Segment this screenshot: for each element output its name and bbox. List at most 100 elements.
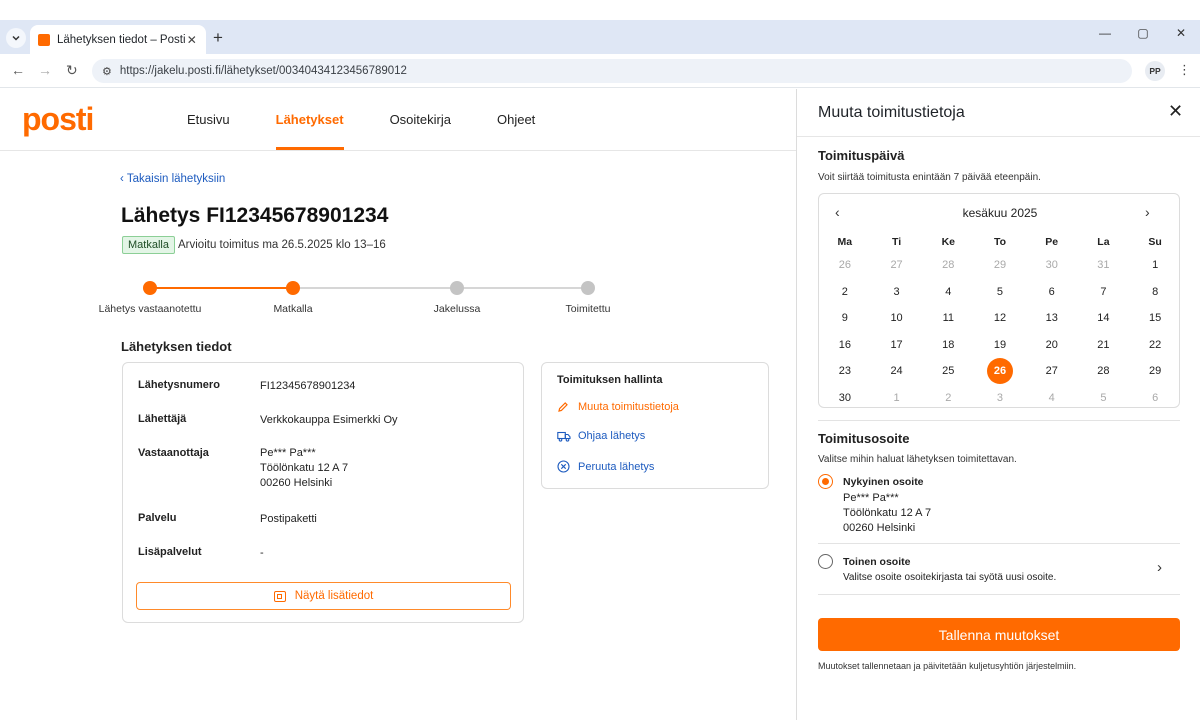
calendar-day-selected[interactable]: 26 xyxy=(974,358,1026,385)
calendar-day: 30 xyxy=(1026,252,1078,279)
cancel-shipment-link[interactable]: Peruuta lähetys xyxy=(557,460,654,473)
calendar-day[interactable]: 23 xyxy=(819,358,871,385)
calendar-day-number: 7 xyxy=(1100,285,1107,298)
chevron-down-icon xyxy=(12,35,20,41)
recipient-label: Vastaanottaja xyxy=(138,447,209,459)
posti-logo[interactable]: posti xyxy=(22,101,94,138)
site-settings-icon[interactable]: ⚙ xyxy=(102,65,112,78)
edit-delivery-link[interactable]: Muuta toimitustietoja xyxy=(557,401,679,413)
weekday-header: Su xyxy=(1148,236,1162,248)
calendar-day[interactable]: 13 xyxy=(1026,305,1078,332)
calendar-day[interactable]: 3 xyxy=(871,279,923,306)
calendar-day[interactable]: 1 xyxy=(1129,252,1181,279)
address-hint: Valitse mihin haluat lähetyksen toimitet… xyxy=(818,454,1017,465)
edit-delivery-label: Muuta toimitustietoja xyxy=(578,401,679,413)
calendar-day[interactable]: 10 xyxy=(871,305,923,332)
calendar-day[interactable]: 14 xyxy=(1078,305,1130,332)
sender-label: Lähettäjä xyxy=(138,413,187,425)
current-address-text: Pe*** Pa*** Töölönkatu 12 A 7 00260 Hels… xyxy=(843,491,931,536)
calendar-day[interactable]: 4 xyxy=(922,279,974,306)
forward-arrow-icon[interactable]: → xyxy=(38,62,52,78)
calendar-day: 2 xyxy=(922,385,974,412)
calendar-day-number: 30 xyxy=(838,391,851,404)
next-month-icon[interactable]: › xyxy=(1145,204,1150,220)
new-tab-button[interactable]: + xyxy=(213,29,223,46)
calendar-day[interactable]: 24 xyxy=(871,358,923,385)
maximize-icon[interactable]: ▢ xyxy=(1124,26,1162,40)
calendar-day[interactable]: 11 xyxy=(922,305,974,332)
chevron-left-icon: ‹ xyxy=(120,173,124,185)
calendar-day[interactable]: 12 xyxy=(974,305,1026,332)
shipment-progress-tracker: Lähetys vastaanotettu Matkalla Jakelussa To… xyxy=(0,278,796,318)
calendar-day[interactable]: 15 xyxy=(1129,305,1181,332)
calendar-day[interactable]: 18 xyxy=(922,332,974,359)
estimated-delivery: Arvioitu toimitus ma 26.5.2025 klo 13–16 xyxy=(178,239,386,251)
calendar-day[interactable]: 22 xyxy=(1129,332,1181,359)
calendar-day[interactable]: 27 xyxy=(1026,358,1078,385)
calendar-day[interactable]: 20 xyxy=(1026,332,1078,359)
minimize-icon[interactable]: — xyxy=(1086,26,1124,40)
show-more-button[interactable]: Näytä lisätiedot xyxy=(136,582,511,610)
progress-step-dot xyxy=(286,281,300,295)
manage-title: Toimituksen hallinta xyxy=(557,374,663,386)
back-arrow-icon[interactable]: ← xyxy=(11,62,25,78)
nav-item-1[interactable]: Lähetykset xyxy=(275,89,344,150)
calendar-day[interactable]: 9 xyxy=(819,305,871,332)
calendar-day[interactable]: 8 xyxy=(1129,279,1181,306)
redirect-link[interactable]: Ohjaa lähetys xyxy=(557,430,645,442)
progress-connector xyxy=(293,287,457,289)
nav-item-0[interactable]: Etusivu xyxy=(187,89,230,150)
reload-icon[interactable]: ↻ xyxy=(66,62,78,79)
other-address-radio[interactable] xyxy=(818,554,833,569)
cancel-shipment-label: Peruuta lähetys xyxy=(578,460,655,473)
calendar-day[interactable]: 21 xyxy=(1078,332,1130,359)
profile-avatar[interactable]: PP xyxy=(1145,61,1165,81)
weekday-header: La xyxy=(1097,236,1110,248)
calendar-day[interactable]: 5 xyxy=(974,279,1026,306)
calendar-day-number: 22 xyxy=(1149,338,1162,351)
calendar-day-number: 26 xyxy=(986,358,1013,385)
calendar-day[interactable]: 29 xyxy=(1129,358,1181,385)
calendar-day[interactable]: 17 xyxy=(871,332,923,359)
close-window-icon[interactable]: ✕ xyxy=(1162,26,1200,40)
chevron-right-icon[interactable]: › xyxy=(1157,559,1162,576)
calendar-day: 1 xyxy=(871,385,923,412)
nav-item-3[interactable]: Ohjeet xyxy=(497,89,535,150)
calendar-day[interactable]: 19 xyxy=(974,332,1026,359)
panel-header: Muuta toimitustietoja ✕ xyxy=(797,89,1200,137)
current-address-radio[interactable] xyxy=(818,474,833,489)
url-text[interactable]: https://jakelu.posti.fi/lähetykset/00340… xyxy=(120,65,407,77)
calendar-day-number: 28 xyxy=(942,259,955,272)
calendar-day-number: 13 xyxy=(1045,312,1058,325)
calendar-day: 29 xyxy=(974,252,1026,279)
progress-step-dot xyxy=(143,281,157,295)
address-bar[interactable]: ⚙ https://jakelu.posti.fi/lähetykset/003… xyxy=(92,59,1132,83)
browser-tab[interactable]: Lähetyksen tiedot – Posti ✕ xyxy=(30,25,206,54)
calendar-day[interactable]: 25 xyxy=(922,358,974,385)
nav-item-2[interactable]: Osoitekirja xyxy=(390,89,451,150)
tab-close-icon[interactable]: ✕ xyxy=(186,33,199,47)
browser-menu-icon[interactable]: ⋮ xyxy=(1178,62,1191,78)
progress-step-label: Jakelussa xyxy=(433,303,481,315)
calendar-day[interactable]: 30 xyxy=(819,385,871,412)
calendar-day: 5 xyxy=(1078,385,1130,412)
back-link[interactable]: ‹ Takaisin lähetyksiin xyxy=(120,173,225,185)
calendar-day-number: 4 xyxy=(1048,391,1055,404)
tab-list-button[interactable] xyxy=(6,28,26,48)
progress-step-label: Lähetys vastaanotettu xyxy=(98,303,202,315)
calendar-day-number: 14 xyxy=(1097,312,1110,325)
calendar-day[interactable]: 28 xyxy=(1078,358,1130,385)
calendar-day-number: 27 xyxy=(890,259,903,272)
calendar-day[interactable]: 2 xyxy=(819,279,871,306)
calendar-day[interactable]: 7 xyxy=(1078,279,1130,306)
calendar-day-number: 3 xyxy=(996,391,1004,404)
calendar-day[interactable]: 6 xyxy=(1026,279,1078,306)
calendar-day-number: 19 xyxy=(993,338,1007,351)
cancel-circle-icon xyxy=(557,460,571,473)
calendar-day[interactable]: 16 xyxy=(819,332,871,359)
divider xyxy=(818,543,1180,544)
calendar-day-number: 6 xyxy=(1048,285,1055,298)
browser-toolbar: ← → ↻ ⚙ https://jakelu.posti.fi/lähetyks… xyxy=(0,54,1200,88)
close-panel-icon[interactable]: ✕ xyxy=(1168,101,1183,122)
save-changes-button[interactable]: Tallenna muutokset xyxy=(818,618,1180,651)
